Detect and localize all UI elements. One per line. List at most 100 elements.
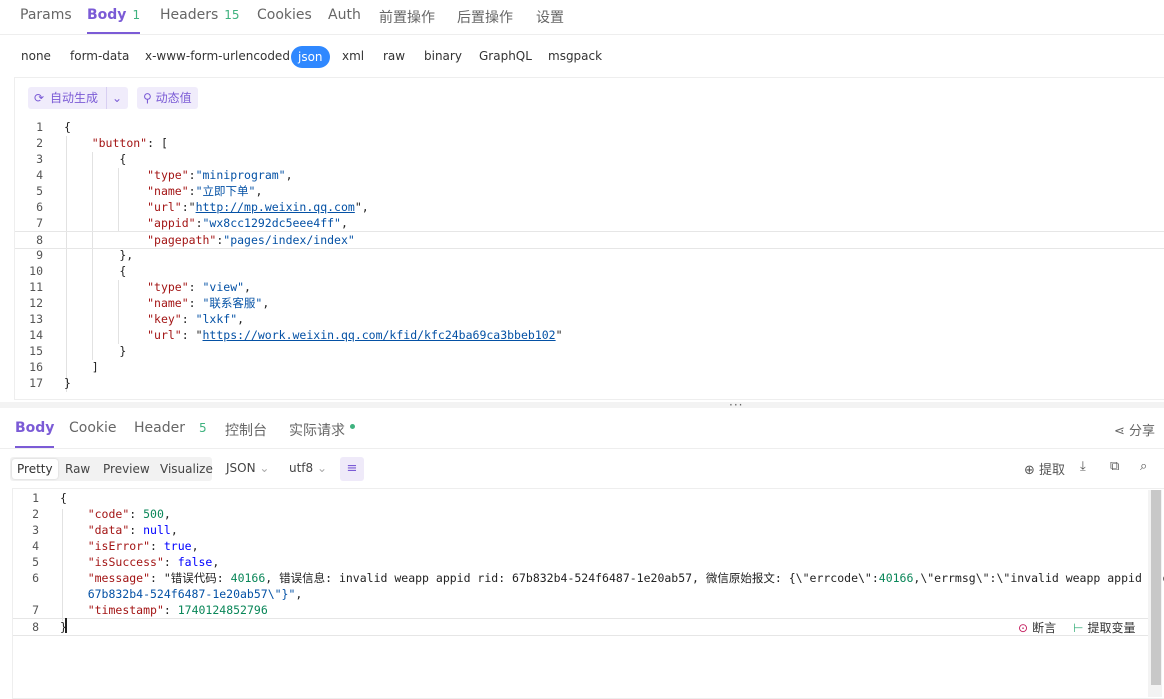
tab-headers-count: 15 (224, 8, 240, 22)
code-text: } (64, 344, 127, 358)
code-text: { (64, 120, 71, 134)
tab-settings[interactable]: 设置 (536, 7, 564, 33)
response-tab-console[interactable]: 控制台 (225, 420, 267, 447)
panel-splitter[interactable] (0, 402, 1164, 408)
share-button[interactable]: ⋖ 分享 (1114, 420, 1155, 439)
code-text: { (64, 152, 127, 166)
body-type-raw[interactable]: raw (383, 49, 405, 63)
response-tab-header-label: Header (134, 420, 185, 436)
download-icon[interactable]: ⤓ (1080, 459, 1086, 474)
code-line: 15 } (15, 343, 1164, 359)
search-icon[interactable]: ⌕ (1140, 459, 1147, 474)
code-line: 9 }, (15, 247, 1164, 263)
text-cursor (65, 618, 67, 633)
body-type-binary[interactable]: binary (424, 49, 462, 63)
code-text: 67b832b4-524f6487-1e20ab57\"}", (60, 587, 303, 601)
tab-auth[interactable]: Auth (328, 7, 361, 33)
chevron-down-icon: ⌄ (259, 461, 270, 475)
code-text: ] (64, 360, 99, 374)
code-line: 16 ] (15, 359, 1164, 375)
code-text: "appid":"wx8cc1292dc5eee4ff", (147, 216, 348, 230)
line-number: 10 (29, 264, 43, 278)
body-type-json[interactable]: json (291, 46, 330, 68)
line-number: 16 (29, 360, 43, 374)
response-tab-body[interactable]: Body (15, 420, 55, 448)
format-select[interactable]: JSON ⌄ (226, 461, 269, 475)
code-text: "button": [ (91, 136, 168, 150)
response-tab-cookie[interactable]: Cookie (69, 420, 117, 447)
body-type-xml[interactable]: xml (342, 49, 364, 63)
extract-variable-label: 提取变量 (1087, 621, 1136, 635)
body-type-graphql[interactable]: GraphQL (479, 49, 532, 63)
auto-generate-button[interactable]: ⟳ 自动生成 ⌄ (28, 87, 128, 109)
encoding-select[interactable]: utf8 ⌄ (289, 461, 327, 475)
dynamic-value-label: 动态值 (155, 91, 192, 105)
tab-cookies[interactable]: Cookies (257, 7, 312, 33)
line-number: 8 (36, 233, 43, 247)
line-number: 2 (32, 507, 39, 521)
line-number: 5 (36, 184, 43, 198)
scrollbar[interactable] (1148, 490, 1162, 697)
response-line: 6 "message": "错误代码: 40166, 错误信息: invalid… (13, 570, 1164, 586)
response-line: 3 "data": null, (13, 522, 1149, 538)
line-number: 6 (36, 200, 43, 214)
code-text: "isError": true, (87, 539, 199, 553)
body-type-urlencoded[interactable]: x-www-form-urlencoded (145, 49, 290, 63)
tab-pre-operations[interactable]: 前置操作 (379, 7, 435, 33)
auto-generate-label: 自动生成 (50, 91, 99, 105)
line-number: 7 (32, 603, 39, 617)
response-tab-header[interactable]: Header 5 (134, 420, 207, 447)
line-number: 3 (32, 523, 39, 537)
response-body-viewer[interactable]: 1{2 "code": 500, 3 "data": null, 4 "isErro… (12, 488, 1164, 699)
tab-params-label: Params (20, 7, 72, 23)
word-wrap-button[interactable]: ≡ (340, 457, 364, 481)
code-text: "url":"http://mp.weixin.qq.com", (147, 200, 369, 214)
code-text: "data": null, (87, 523, 178, 537)
line-number: 11 (29, 280, 43, 294)
line-number: 9 (36, 248, 43, 262)
copy-icon[interactable]: ⧉ (1110, 459, 1119, 474)
view-mode-visualize[interactable]: Visualize (160, 462, 213, 476)
response-tab-body-label: Body (15, 420, 55, 436)
code-text: "timestamp": 1740124852796 (87, 603, 268, 617)
line-number: 17 (29, 376, 43, 390)
response-tab-actual-request[interactable]: 实际请求 (289, 420, 355, 447)
line-number: 3 (36, 152, 43, 166)
line-number: 1 (32, 491, 39, 505)
extract-variable-button[interactable]: ⊢ 提取变量 (1073, 619, 1135, 636)
body-type-msgpack[interactable]: msgpack (548, 49, 602, 63)
code-text: "type":"miniprogram", (147, 168, 293, 182)
code-line: 10 { (15, 263, 1164, 279)
code-text: "key": "lxkf", (147, 312, 245, 326)
scrollbar-thumb[interactable] (1151, 490, 1161, 685)
view-mode-pretty[interactable]: Pretty (12, 459, 58, 479)
code-text: "code": 500, (87, 507, 171, 521)
tab-body[interactable]: Body 1 (87, 7, 141, 34)
response-line: 1{ (13, 490, 1149, 506)
request-body-editor[interactable]: ⟳ 自动生成 ⌄ ⚲ 动态值 1{2 "button": [3 {4 "type… (14, 77, 1164, 400)
tab-headers[interactable]: Headers 15 (160, 7, 240, 33)
view-mode-preview[interactable]: Preview (103, 462, 150, 476)
tab-params[interactable]: Params (20, 7, 72, 33)
code-text: { (64, 264, 127, 278)
code-line: 11 "type": "view", (15, 279, 1164, 295)
view-mode-raw[interactable]: Raw (65, 462, 90, 476)
assert-button[interactable]: ⊙ 断言 (1018, 619, 1056, 636)
chevron-down-icon: ⌄ (317, 461, 328, 475)
code-text: "message": "错误代码: 40166, 错误信息: invalid w… (87, 571, 1164, 585)
code-text: "type": "view", (147, 280, 251, 294)
tab-post-operations[interactable]: 后置操作 (457, 7, 513, 33)
code-text: { (60, 491, 67, 505)
line-number: 12 (29, 296, 43, 310)
tab-body-label: Body (87, 7, 127, 23)
format-select-value: JSON (226, 461, 256, 475)
body-type-none[interactable]: none (21, 49, 51, 63)
response-line: 67b832b4-524f6487-1e20ab57\"}", (13, 586, 1149, 602)
extract-button[interactable]: ⊕ 提取 (1024, 459, 1065, 478)
magic-wand-icon: ⚲ (143, 91, 152, 105)
line-number: 7 (36, 216, 43, 230)
extract-variable-icon: ⊢ (1073, 621, 1084, 635)
dynamic-value-button[interactable]: ⚲ 动态值 (137, 87, 198, 109)
body-type-form-data[interactable]: form-data (70, 49, 129, 63)
chevron-down-icon[interactable]: ⌄ (112, 87, 122, 109)
